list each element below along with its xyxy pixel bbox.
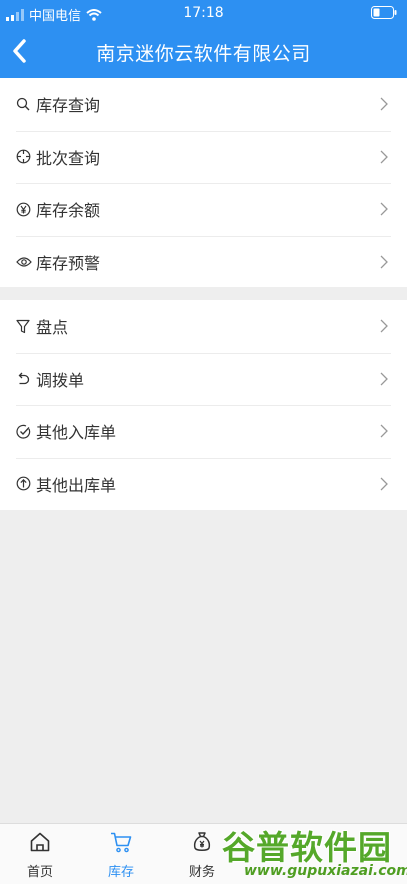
chevron-right-icon [380,372,388,385]
money-bag-icon [193,832,211,851]
cart-icon [111,832,132,853]
page-title: 南京迷你云软件有限公司 [96,43,311,65]
arrow-up-circle-icon [16,476,32,492]
menu-item-other-outbound[interactable]: 其他出库单 [0,457,407,511]
menu-item-label: 其他入库单 [36,423,117,443]
battery-icon [371,6,397,23]
undo-icon [16,371,32,387]
menu-item-transfer-order[interactable]: 调拨单 [0,352,407,406]
menu-group-operations: 盘点 调拨单 其他入库单 其他出库单 [0,300,407,510]
menu-item-label: 盘点 [36,318,69,338]
chevron-right-icon [380,202,388,216]
menu-item-batch-query[interactable]: 批次查询 [0,130,407,184]
menu-item-label: 库存预警 [36,253,101,273]
watermark: 谷普软件园 www.gupuxiazai.com [222,819,407,883]
watermark-url: www.gupuxiazai.com [244,863,407,879]
top-bar: 中国电信 17:18 南京迷你云软件有限公司 [0,0,407,78]
watermark-name: 谷普软件园 [222,828,392,867]
chevron-right-icon [380,150,388,163]
menu-item-other-inbound[interactable]: 其他入库单 [0,405,407,458]
tab-inventory[interactable]: 库存 [81,824,161,884]
menu-item-label: 库存余额 [36,201,101,221]
chevron-right-icon [380,97,388,111]
menu-item-inventory-alert[interactable]: 库存预警 [0,235,407,289]
check-circle-icon [16,423,32,439]
menu-item-inventory-query[interactable]: 库存查询 [0,78,407,131]
search-icon [16,96,32,112]
eye-icon [16,254,32,270]
menu-item-label: 其他出库单 [36,475,117,495]
chevron-right-icon [380,255,388,268]
status-bar: 中国电信 17:18 [0,0,407,26]
chevron-right-icon [380,477,388,490]
status-time: 17:18 [183,5,224,21]
menu-group-query: 库存查询 批次查询 库存余额 库存预警 [0,78,407,287]
menu-item-label: 库存查询 [36,96,101,116]
chevron-right-icon [380,319,388,333]
chevron-right-icon [380,424,388,438]
menu-item-label: 批次查询 [36,148,101,168]
tab-label: 首页 [26,865,53,880]
menu-item-label: 调拨单 [36,370,85,390]
funnel-icon [16,318,32,334]
nav-bar: 南京迷你云软件有限公司 [0,26,407,78]
yen-circle-icon [16,201,32,217]
crosshair-icon [16,149,32,165]
tab-home[interactable]: 首页 [0,824,80,884]
menu-item-inventory-balance[interactable]: 库存余额 [0,183,407,236]
home-icon [30,832,50,852]
menu-item-stocktaking[interactable]: 盘点 [0,300,407,353]
tab-label: 库存 [107,865,134,880]
